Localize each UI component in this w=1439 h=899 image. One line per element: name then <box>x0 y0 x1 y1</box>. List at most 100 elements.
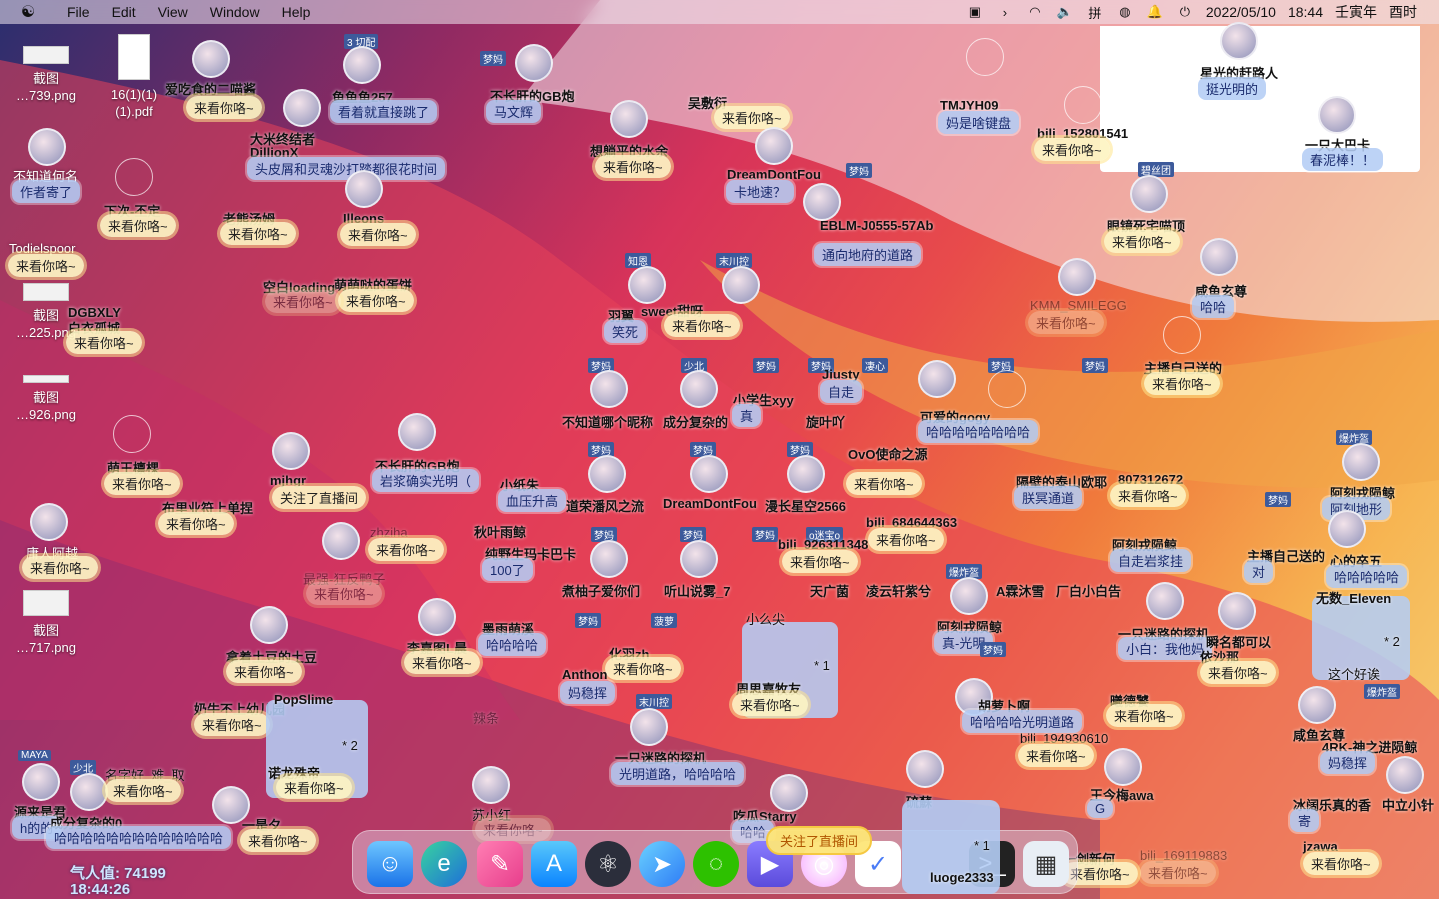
menu-edit[interactable]: Edit <box>101 4 147 20</box>
finder-icon[interactable]: ☺ <box>367 841 413 887</box>
desktop-file-pdf[interactable]: 16(1)(1) (1).pdf <box>94 34 174 120</box>
danmaku-message: 来看你咯~ <box>605 657 681 680</box>
danmaku-message: 岩浆确实光明（ <box>372 469 480 492</box>
danmaku-message: 看着就直接跳了 <box>330 100 438 123</box>
fan-badge: 梦妈 <box>480 51 506 66</box>
danmaku-message: 来看你咯~ <box>340 223 416 246</box>
menu-file[interactable]: File <box>56 4 101 20</box>
preview-icon[interactable]: ▦ <box>1023 841 1069 887</box>
danmaku-message: 关注了直播间 <box>272 486 367 509</box>
danmaku-message: 来看你咯~ <box>306 582 382 605</box>
danmaku-message: 卡地速？ <box>726 180 795 203</box>
danmaku-message: 来看你咯~ <box>732 693 808 716</box>
gift-card[interactable]: * 1 luoge2333 <box>902 800 1000 894</box>
danmaku-message: 来看你咯~ <box>158 512 234 535</box>
file-name: 16(1)(1) <box>110 87 158 102</box>
avatar <box>787 455 825 493</box>
avatar <box>1386 756 1424 794</box>
danmaku-message: 这个好诶 <box>1328 667 1381 682</box>
danmaku-username: PopSlime <box>274 692 334 707</box>
danmaku-username: 厂白小白告 <box>1056 584 1122 599</box>
danmaku-message: 来看你咯~ <box>1140 861 1216 884</box>
notification-bell-icon[interactable]: 🔔 <box>1146 4 1164 20</box>
avatar <box>1104 748 1142 786</box>
danmaku-message: 来看你咯~ <box>220 222 296 245</box>
avatar <box>680 370 718 408</box>
input-method-icon[interactable]: 拼 <box>1086 4 1104 21</box>
danmaku-username: OvO使命之源 <box>848 447 928 462</box>
app-logo-icon[interactable]: ☯ <box>0 2 56 22</box>
app-status-icon[interactable]: ▣ <box>966 4 984 20</box>
gift-sender: 小么尖 <box>746 612 786 627</box>
danmaku-message: 100了 <box>482 558 533 581</box>
chevron-right-icon[interactable]: › <box>996 4 1014 20</box>
avatar <box>272 432 310 470</box>
avatar <box>680 540 718 578</box>
danmaku-message: 寄 <box>1290 809 1320 832</box>
danmaku-message: 通向地府的道路 <box>814 243 922 266</box>
avatar <box>345 170 383 208</box>
danmaku-message: 挺光明的 <box>1198 77 1267 100</box>
desktop-file-screenshot-926[interactable]: 截图 …926.png <box>6 375 86 423</box>
danmaku-message: 来看你咯~ <box>1303 852 1379 875</box>
danmaku-message: 来看你咯~ <box>338 289 414 312</box>
fan-badge: MAYA <box>18 750 51 761</box>
pdf-document-icon <box>118 34 150 80</box>
danmaku-message: 血压升高 <box>498 489 567 512</box>
menu-view[interactable]: View <box>147 4 199 20</box>
wechat-icon[interactable]: ◌ <box>693 841 739 887</box>
danmaku-message: G <box>1087 799 1114 818</box>
menu-window[interactable]: Window <box>199 4 271 20</box>
gift-count: * 2 <box>342 738 358 753</box>
danmaku-message: 来看你咯~ <box>105 779 181 802</box>
avatar <box>192 40 230 78</box>
edge-icon[interactable]: e <box>421 841 467 887</box>
danmaku-username: EBLM-J0555-57Ab <box>820 218 934 233</box>
power-icon[interactable]: ⏻ <box>1176 4 1194 20</box>
danmaku-message: 来看你咯~ <box>782 550 858 573</box>
file-name: 截图 <box>32 390 59 405</box>
avatar <box>610 100 648 138</box>
appstore-icon[interactable]: A <box>531 841 577 887</box>
menu-help[interactable]: Help <box>271 4 322 20</box>
fan-badge: 梦妈 <box>575 613 601 628</box>
avatar <box>630 708 668 746</box>
fan-badge: 梦妈 <box>753 358 779 373</box>
danmaku-message: 春泥棒！！ <box>1302 148 1384 171</box>
image-thumbnail-icon <box>23 590 69 616</box>
gift-card[interactable]: PopSlime * 2 诺龙殊帝 来看你咯~ <box>266 692 368 799</box>
feishu-icon[interactable]: ➤ <box>639 841 685 887</box>
fan-badge: 末川控 <box>716 253 752 268</box>
danmaku-message: 朕冥通道 <box>1014 486 1083 509</box>
desktop-file-screenshot-739[interactable]: 截图 …739.png <box>6 46 86 104</box>
danmaku-message: 来看你咯~ <box>276 776 352 799</box>
volume-icon[interactable]: 🔈 <box>1056 4 1074 20</box>
avatar <box>1064 86 1102 124</box>
avatar <box>250 606 288 644</box>
avatar <box>966 38 1004 76</box>
file-name-sub: …717.png <box>16 640 76 655</box>
menubar-time[interactable]: 18:44 <box>1288 4 1323 20</box>
activity-icon[interactable]: ◍ <box>1116 4 1134 20</box>
gift-card[interactable]: 无数_Eleven * 2 这个好诶 <box>1312 591 1410 682</box>
danmaku-message: 对 <box>1244 560 1274 583</box>
avatar <box>722 266 760 304</box>
electron-icon[interactable]: ⚛ <box>585 841 631 887</box>
image-thumbnail-icon <box>23 46 69 64</box>
danmaku-message: 来看你咯~ <box>1144 372 1220 395</box>
menubar-lunar-year[interactable]: 壬寅年 <box>1335 2 1377 22</box>
danmaku-username: 无数_Eleven <box>1316 591 1392 606</box>
danmaku-username: 凌云轩紫兮 <box>866 584 932 599</box>
desktop-file-screenshot-717[interactable]: 截图 …717.png <box>6 590 86 656</box>
avatar <box>950 577 988 615</box>
danmaku-username: 听山说雾_7 <box>664 584 731 599</box>
menubar-hour-branch[interactable]: 酉时 <box>1389 2 1417 22</box>
danmaku-message: 来看你咯~ <box>1028 311 1104 334</box>
wifi-icon[interactable]: ◠ <box>1026 4 1044 20</box>
danmaku-message: 哈哈 <box>1192 295 1235 318</box>
menubar-date[interactable]: 2022/05/10 <box>1206 4 1276 20</box>
avatar <box>1130 175 1168 213</box>
fan-badge: 梦妈 <box>1265 492 1291 507</box>
nova-icon[interactable]: ✎ <box>477 841 523 887</box>
danmaku-message: 自走岩浆挂 <box>1110 549 1192 572</box>
